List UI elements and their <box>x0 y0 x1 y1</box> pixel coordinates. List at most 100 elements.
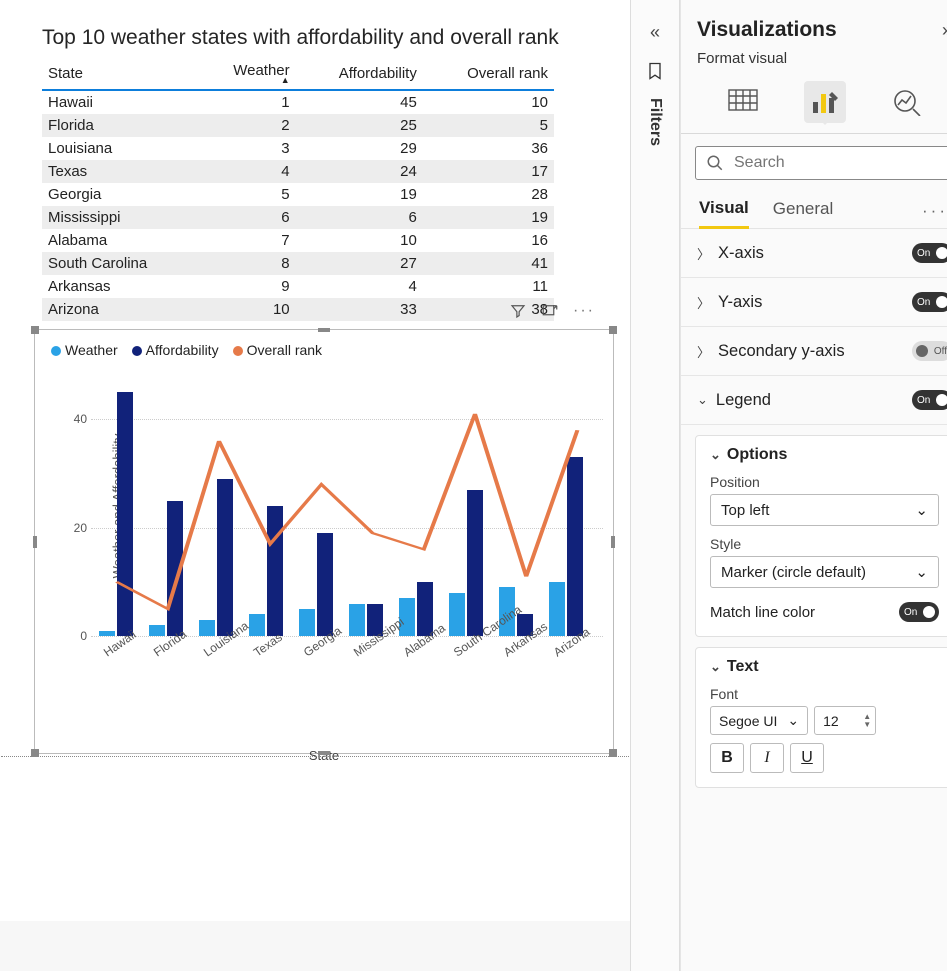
table-row[interactable]: Hawaii14510 <box>42 90 554 114</box>
focus-mode-icon[interactable] <box>541 302 559 320</box>
bar-weather[interactable] <box>349 604 365 637</box>
toggle-match-line-color[interactable]: On <box>899 602 939 622</box>
table-cell: 27 <box>296 252 423 275</box>
search-input[interactable] <box>732 153 943 173</box>
legend-label: Weather <box>65 342 118 358</box>
table-row[interactable]: Mississippi6619 <box>42 206 554 229</box>
bar-affordability[interactable] <box>217 479 233 636</box>
section-label: Text <box>727 658 759 676</box>
search-icon <box>706 154 724 172</box>
resize-handle[interactable] <box>609 326 617 334</box>
bar-weather[interactable] <box>399 598 415 636</box>
table-row[interactable]: Alabama71016 <box>42 229 554 252</box>
format-search-box[interactable] <box>695 146 947 180</box>
collapse-filters-icon[interactable]: « <box>631 0 679 43</box>
table-cell: 41 <box>423 252 554 275</box>
expand-pane-icon[interactable]: » <box>942 20 947 41</box>
legend-position-select[interactable]: Top left ⌄ <box>710 494 939 526</box>
select-value: Top left <box>721 502 769 519</box>
build-visual-tab-icon[interactable] <box>722 81 764 123</box>
bar-affordability[interactable] <box>117 392 133 636</box>
toggle-legend[interactable]: On <box>912 390 947 410</box>
visualizations-pane: Visualizations » Format visual <box>680 0 947 971</box>
bar-weather[interactable] <box>99 631 115 636</box>
chevron-right-icon: 〉 <box>697 244 710 263</box>
table-row[interactable]: South Carolina82741 <box>42 252 554 275</box>
italic-button[interactable]: I <box>750 743 784 773</box>
table-row[interactable]: Florida2255 <box>42 114 554 137</box>
section-label: Options <box>727 446 787 464</box>
position-label: Position <box>710 474 939 490</box>
table-cell: 10 <box>423 90 554 114</box>
resize-handle[interactable] <box>318 751 330 755</box>
bar-affordability[interactable] <box>467 490 483 636</box>
y-tick-label: 0 <box>80 629 87 643</box>
font-family-select[interactable]: Segoe UI ⌄ <box>710 706 808 735</box>
font-size-spinner[interactable]: 12 ▲▼ <box>814 706 876 735</box>
bar-weather[interactable] <box>199 620 215 636</box>
bookmark-icon[interactable] <box>631 61 679 84</box>
resize-handle[interactable] <box>33 536 37 548</box>
card-secondary-y-axis[interactable]: 〉Secondary y-axis Off <box>681 327 947 376</box>
table-row[interactable]: Georgia51928 <box>42 183 554 206</box>
match-line-color-label: Match line color <box>710 604 815 621</box>
table-cell: 24 <box>296 160 423 183</box>
column-header[interactable]: Overall rank <box>423 58 554 90</box>
tab-visual[interactable]: Visual <box>699 194 749 229</box>
resize-handle[interactable] <box>31 326 39 334</box>
table-row[interactable]: Louisiana32936 <box>42 137 554 160</box>
legend-style-select[interactable]: Marker (circle default) ⌄ <box>710 556 939 588</box>
table-cell: 45 <box>296 90 423 114</box>
bar-weather[interactable] <box>549 582 565 636</box>
spinner-value: 12 <box>823 713 839 729</box>
legend-options-header[interactable]: ⌄ Options <box>710 446 939 464</box>
table-cell: 4 <box>296 275 423 298</box>
card-y-axis[interactable]: 〉Y-axis On <box>681 278 947 327</box>
weather-table[interactable]: StateWeather▲AffordabilityOverall rank H… <box>42 58 554 321</box>
bar-affordability[interactable] <box>317 533 333 636</box>
bar-affordability[interactable] <box>567 457 583 636</box>
combo-chart-visual[interactable]: ··· Weather Affordability Overall rank W… <box>34 329 614 754</box>
table-row[interactable]: Arkansas9411 <box>42 275 554 298</box>
bar-weather[interactable] <box>449 593 465 636</box>
chevron-down-icon: ⌄ <box>710 447 721 463</box>
tab-general[interactable]: General <box>773 195 833 227</box>
column-header[interactable]: State <box>42 58 199 90</box>
table-cell: 36 <box>423 137 554 160</box>
bar-weather[interactable] <box>149 625 165 636</box>
resize-handle[interactable] <box>611 536 615 548</box>
font-label: Font <box>710 686 939 702</box>
bar-affordability[interactable] <box>267 506 283 636</box>
legend-marker-weather <box>51 346 61 356</box>
bar-weather[interactable] <box>299 609 315 636</box>
column-header[interactable]: Weather▲ <box>199 58 296 90</box>
chevron-down-icon: ⌄ <box>915 563 928 581</box>
table-row[interactable]: Texas42417 <box>42 160 554 183</box>
spinner-down-icon[interactable]: ▼ <box>863 721 871 729</box>
tab-more-icon[interactable]: ··· <box>922 201 947 221</box>
filters-pane-collapsed[interactable]: « Filters <box>630 0 680 971</box>
resize-handle[interactable] <box>318 328 330 332</box>
toggle-y-axis[interactable]: On <box>912 292 947 312</box>
more-options-icon[interactable]: ··· <box>573 302 595 320</box>
table-cell: 25 <box>296 114 423 137</box>
bar-weather[interactable] <box>249 614 265 636</box>
filter-icon[interactable] <box>509 302 527 320</box>
analytics-tab-icon[interactable] <box>886 81 928 123</box>
toggle-x-axis[interactable]: On <box>912 243 947 263</box>
underline-button[interactable]: U <box>790 743 824 773</box>
toggle-secondary-y-axis[interactable]: Off <box>912 341 947 361</box>
card-legend[interactable]: ⌄Legend On <box>681 376 947 425</box>
card-x-axis[interactable]: 〉 X-axis On <box>681 229 947 278</box>
legend-text-header[interactable]: ⌄Text <box>710 658 939 676</box>
bold-button[interactable]: B <box>710 743 744 773</box>
format-visual-tab-icon[interactable] <box>804 81 846 123</box>
table-row[interactable]: Arizona103338 <box>42 298 554 321</box>
column-header[interactable]: Affordability <box>296 58 423 90</box>
bar-affordability[interactable] <box>167 501 183 636</box>
table-cell: 3 <box>199 137 296 160</box>
card-label: X-axis <box>718 244 764 263</box>
report-canvas: Top 10 weather states with affordability… <box>0 0 630 971</box>
table-cell: Arkansas <box>42 275 199 298</box>
table-title: Top 10 weather states with affordability… <box>0 26 630 58</box>
